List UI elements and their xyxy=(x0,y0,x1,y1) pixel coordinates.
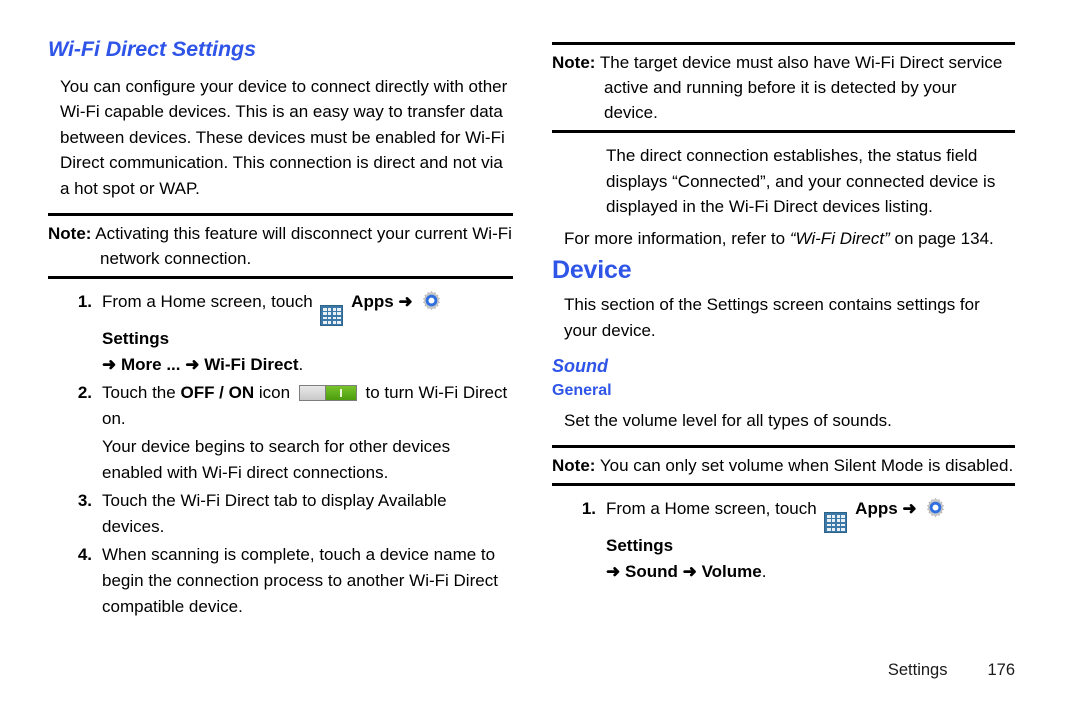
step-item-3: 3. Touch the Wi-Fi Direct tab to display… xyxy=(48,488,513,540)
note-block-target-device: Note: The target device must also have W… xyxy=(552,42,1015,133)
step-2-continuation-text: Your device begins to search for other d… xyxy=(102,437,451,483)
arrow-icon-3: ➜ xyxy=(185,355,200,375)
apps-grid-icon xyxy=(824,512,848,534)
step-item-1: 1. From a Home screen, touch Apps ➜ Sett… xyxy=(552,496,1015,585)
step-number: 3. xyxy=(77,491,92,511)
arrow-icon-3: ➜ xyxy=(682,562,697,582)
cross-reference-suffix: on page 134. xyxy=(894,228,994,248)
step-item-2: 2. Touch the OFF / ON icon to turn Wi-Fi… xyxy=(48,380,513,432)
left-column: Wi-Fi Direct Settings You can configure … xyxy=(0,0,540,720)
footer-page-number: 176 xyxy=(987,661,1015,679)
step-number: 2. xyxy=(77,383,92,403)
note-label: Note: xyxy=(552,53,596,72)
section-heading-sound: Sound xyxy=(552,356,608,377)
note-body: You can only set volume when Silent Mode… xyxy=(599,456,1014,476)
step-text-mid: icon xyxy=(258,383,291,403)
manual-page: Wi-Fi Direct Settings You can configure … xyxy=(0,0,1080,720)
step-number: 4. xyxy=(77,545,92,565)
settings-gear-icon xyxy=(924,497,947,520)
step-number: 1. xyxy=(581,499,596,519)
arrow-icon-1: ➜ xyxy=(902,499,917,519)
wifi-direct-label: Wi-Fi Direct xyxy=(204,355,299,375)
page-footer: Settings 176 xyxy=(888,661,1015,680)
steps-list-sound: 1. From a Home screen, touch Apps ➜ Sett… xyxy=(552,496,1015,585)
note-body: Activating this feature will disconnect … xyxy=(95,224,512,269)
apps-label: Apps xyxy=(351,292,394,312)
general-paragraph: Set the volume level for all types of so… xyxy=(564,410,892,430)
arrow-icon-2: ➜ xyxy=(606,562,621,582)
more-label: More ... xyxy=(120,355,181,375)
step-item-1: 1. From a Home screen, touch Apps ➜ Sett… xyxy=(48,289,513,378)
right-column: Note: The target device must also have W… xyxy=(540,0,1080,720)
device-paragraph: This section of the Settings screen cont… xyxy=(564,295,980,340)
arrow-icon-1: ➜ xyxy=(398,292,413,312)
step-2-continuation: Your device begins to search for other d… xyxy=(48,434,513,486)
note-block-silent-mode: Note: You can only set volume when Silen… xyxy=(552,445,1015,487)
note-block-wifi-disconnect: Note: Activating this feature will disco… xyxy=(48,213,513,280)
off-on-toggle-icon xyxy=(298,385,357,402)
note-text: Note: The target device must also have W… xyxy=(552,50,1015,125)
section-heading-general: General xyxy=(552,382,612,400)
volume-label: Volume xyxy=(701,562,762,582)
cross-reference-prefix: For more information, refer to xyxy=(564,228,786,248)
settings-label: Settings xyxy=(606,536,674,556)
off-on-label: OFF / ON xyxy=(180,383,255,403)
step-period: . xyxy=(298,355,304,375)
cross-reference-link[interactable]: “Wi-Fi Direct” xyxy=(790,229,890,248)
note-text: Note: Activating this feature will disco… xyxy=(48,221,513,271)
apps-label: Apps xyxy=(855,499,898,519)
note-label: Note: xyxy=(552,456,596,476)
section-heading-wifi-direct-settings: Wi-Fi Direct Settings xyxy=(48,37,256,61)
footer-section-label: Settings xyxy=(887,661,948,679)
settings-label: Settings xyxy=(102,329,170,349)
note-body: The target device must also have Wi-Fi D… xyxy=(599,53,1003,122)
steps-list-wifi-direct: 1. From a Home screen, touch Apps ➜ Sett… xyxy=(48,289,513,620)
sound-label: Sound xyxy=(624,562,678,582)
connection-status-paragraph: The direct connection establishes, the s… xyxy=(606,146,996,216)
step-text-lead: From a Home screen, touch xyxy=(102,292,313,312)
step-period: . xyxy=(761,562,767,582)
apps-grid-icon xyxy=(320,305,344,327)
step-text: When scanning is complete, touch a devic… xyxy=(102,545,498,617)
intro-paragraph: You can configure your device to connect… xyxy=(60,76,508,198)
note-text: Note: You can only set volume when Silen… xyxy=(552,453,1015,478)
arrow-icon-2: ➜ xyxy=(102,355,117,375)
section-heading-device: Device xyxy=(552,256,632,284)
settings-gear-icon xyxy=(420,290,443,313)
cross-reference-line: For more information, refer to “Wi-Fi Di… xyxy=(552,226,1015,252)
step-text-lead: Touch the xyxy=(102,383,176,403)
step-text-lead: From a Home screen, touch xyxy=(606,499,817,519)
step-text: Touch the Wi-Fi Direct tab to display Av… xyxy=(102,491,447,537)
step-number: 1. xyxy=(77,292,92,312)
step-item-4: 4. When scanning is complete, touch a de… xyxy=(48,542,513,620)
note-label: Note: xyxy=(48,224,92,244)
